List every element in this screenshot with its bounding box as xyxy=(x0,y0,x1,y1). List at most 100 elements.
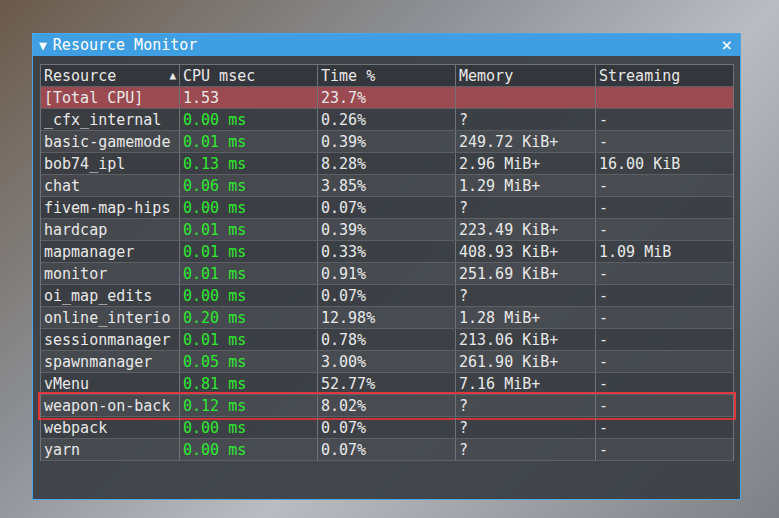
memory-cell: ? xyxy=(456,109,596,130)
resource-cell: basic-gamemode xyxy=(41,131,180,152)
table-row[interactable]: spawnmanager0.05 ms3.00%261.90 KiB+- xyxy=(41,351,733,373)
streaming-cell: - xyxy=(596,175,733,196)
table-row[interactable]: oi_map_edits0.00 ms0.07%?- xyxy=(41,285,733,307)
memory-cell: ? xyxy=(456,197,596,218)
table-row[interactable]: basic-gamemode0.01 ms0.39%249.72 KiB+- xyxy=(41,131,733,153)
streaming-cell: - xyxy=(596,307,733,328)
cpu-cell: 0.01 ms xyxy=(180,241,318,262)
resource-cell: monitor xyxy=(41,263,180,284)
resource-cell: _cfx_internal xyxy=(41,109,180,130)
table-row[interactable]: fivem-map-hips0.00 ms0.07%?- xyxy=(41,197,733,219)
table-row[interactable]: hardcap0.01 ms0.39%223.49 KiB+- xyxy=(41,219,733,241)
cpu-cell: 0.01 ms xyxy=(180,219,318,240)
table-row[interactable]: monitor0.01 ms0.91%251.69 KiB+- xyxy=(41,263,733,285)
streaming-cell xyxy=(596,87,733,108)
table-row[interactable]: weapon-on-back0.12 ms8.02%?- xyxy=(41,395,733,417)
resource-cell: oi_map_edits xyxy=(41,285,180,306)
streaming-cell: - xyxy=(596,263,733,284)
time-cell: 8.02% xyxy=(318,395,456,416)
resource-cell: webpack xyxy=(41,417,180,438)
time-cell: 0.07% xyxy=(318,417,456,438)
memory-cell: ? xyxy=(456,285,596,306)
resource-cell: [Total CPU] xyxy=(41,87,180,108)
resource-cell: weapon-on-back xyxy=(41,395,180,416)
column-header[interactable]: Time % xyxy=(318,65,456,86)
cpu-cell: 0.01 ms xyxy=(180,329,318,350)
resource-monitor-window[interactable]: ▼Resource Monitor× Resource▲CPU msecTime … xyxy=(32,33,741,500)
cpu-cell: 0.81 ms xyxy=(180,373,318,394)
streaming-cell: - xyxy=(596,373,733,394)
streaming-cell: 16.00 KiB xyxy=(596,153,733,174)
cpu-cell: 0.00 ms xyxy=(180,285,318,306)
cpu-cell: 0.01 ms xyxy=(180,263,318,284)
streaming-cell: - xyxy=(596,329,733,350)
memory-cell: 213.06 KiB+ xyxy=(456,329,596,350)
column-header[interactable]: Resource▲ xyxy=(41,65,180,86)
memory-cell: 7.16 MiB+ xyxy=(456,373,596,394)
resource-table: Resource▲CPU msecTime %MemoryStreaming[T… xyxy=(40,64,734,461)
time-cell: 0.91% xyxy=(318,263,456,284)
time-cell: 52.77% xyxy=(318,373,456,394)
memory-cell: 261.90 KiB+ xyxy=(456,351,596,372)
resource-cell: yarn xyxy=(41,439,180,460)
resource-cell: hardcap xyxy=(41,219,180,240)
column-header[interactable]: Memory xyxy=(456,65,596,86)
resource-cell: fivem-map-hips xyxy=(41,197,180,218)
cpu-cell: 0.00 ms xyxy=(180,197,318,218)
resource-cell: vMenu xyxy=(41,373,180,394)
table-row[interactable]: online_interio0.20 ms12.98%1.28 MiB+- xyxy=(41,307,733,329)
cpu-cell: 0.05 ms xyxy=(180,351,318,372)
memory-cell: 251.69 KiB+ xyxy=(456,263,596,284)
window-body: Resource▲CPU msecTime %MemoryStreaming[T… xyxy=(33,56,740,461)
table-row[interactable]: [Total CPU]1.5323.7% xyxy=(41,87,733,109)
resource-cell: chat xyxy=(41,175,180,196)
close-icon[interactable]: × xyxy=(721,36,734,54)
time-cell: 0.26% xyxy=(318,109,456,130)
memory-cell: 1.29 MiB+ xyxy=(456,175,596,196)
table-row[interactable]: bob74_ipl0.13 ms8.28%2.96 MiB+16.00 KiB xyxy=(41,153,733,175)
table-header: Resource▲CPU msecTime %MemoryStreaming xyxy=(41,65,733,87)
cpu-cell: 1.53 xyxy=(180,87,318,108)
memory-cell: ? xyxy=(456,395,596,416)
column-header[interactable]: Streaming xyxy=(596,65,733,86)
streaming-cell: - xyxy=(596,197,733,218)
table-row[interactable]: _cfx_internal0.00 ms0.26%?- xyxy=(41,109,733,131)
memory-cell: 1.28 MiB+ xyxy=(456,307,596,328)
resource-cell: sessionmanager xyxy=(41,329,180,350)
table-row[interactable]: sessionmanager0.01 ms0.78%213.06 KiB+- xyxy=(41,329,733,351)
cpu-cell: 0.12 ms xyxy=(180,395,318,416)
streaming-cell: - xyxy=(596,131,733,152)
time-cell: 23.7% xyxy=(318,87,456,108)
time-cell: 0.39% xyxy=(318,131,456,152)
streaming-cell: 1.09 MiB xyxy=(596,241,733,262)
table-row[interactable]: vMenu0.81 ms52.77%7.16 MiB+- xyxy=(41,373,733,395)
table-row[interactable]: chat0.06 ms3.85%1.29 MiB+- xyxy=(41,175,733,197)
resource-cell: bob74_ipl xyxy=(41,153,180,174)
cpu-cell: 0.00 ms xyxy=(180,109,318,130)
streaming-cell: - xyxy=(596,395,733,416)
streaming-cell: - xyxy=(596,285,733,306)
table-row[interactable]: webpack0.00 ms0.07%?- xyxy=(41,417,733,439)
column-header[interactable]: CPU msec xyxy=(180,65,318,86)
sort-ascending-icon[interactable]: ▲ xyxy=(169,66,176,86)
cpu-cell: 0.13 ms xyxy=(180,153,318,174)
time-cell: 12.98% xyxy=(318,307,456,328)
collapse-icon[interactable]: ▼ xyxy=(39,39,47,52)
memory-cell: ? xyxy=(456,439,596,460)
resource-cell: spawnmanager xyxy=(41,351,180,372)
memory-cell: 2.96 MiB+ xyxy=(456,153,596,174)
time-cell: 0.39% xyxy=(318,219,456,240)
table-row[interactable]: mapmanager0.01 ms0.33%408.93 KiB+1.09 Mi… xyxy=(41,241,733,263)
resource-cell: online_interio xyxy=(41,307,180,328)
time-cell: 0.78% xyxy=(318,329,456,350)
cpu-cell: 0.00 ms xyxy=(180,439,318,460)
cpu-cell: 0.06 ms xyxy=(180,175,318,196)
title-bar[interactable]: ▼Resource Monitor× xyxy=(33,34,740,56)
memory-cell: 223.49 KiB+ xyxy=(456,219,596,240)
streaming-cell: - xyxy=(596,417,733,438)
time-cell: 0.07% xyxy=(318,285,456,306)
table-row[interactable]: yarn0.00 ms0.07%?- xyxy=(41,439,733,461)
game-scene: ▼Resource Monitor× Resource▲CPU msecTime … xyxy=(0,0,779,518)
memory-cell: ? xyxy=(456,417,596,438)
streaming-cell: - xyxy=(596,219,733,240)
